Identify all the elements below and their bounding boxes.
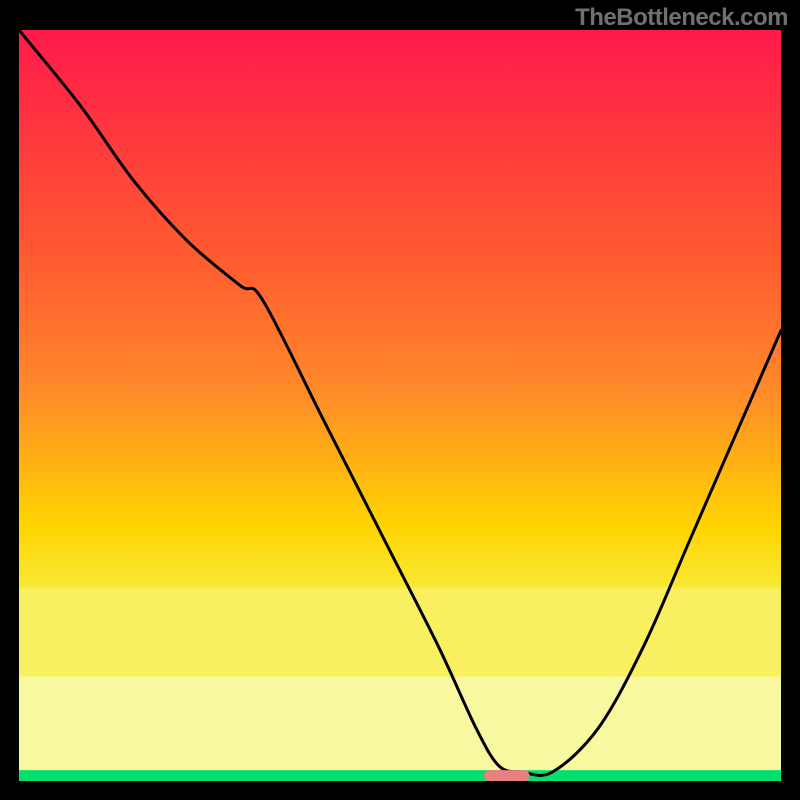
optimal-marker <box>484 770 530 781</box>
bottleneck-chart <box>19 30 781 781</box>
chart-plot-area <box>19 30 781 781</box>
watermark-text: TheBottleneck.com <box>575 4 788 32</box>
